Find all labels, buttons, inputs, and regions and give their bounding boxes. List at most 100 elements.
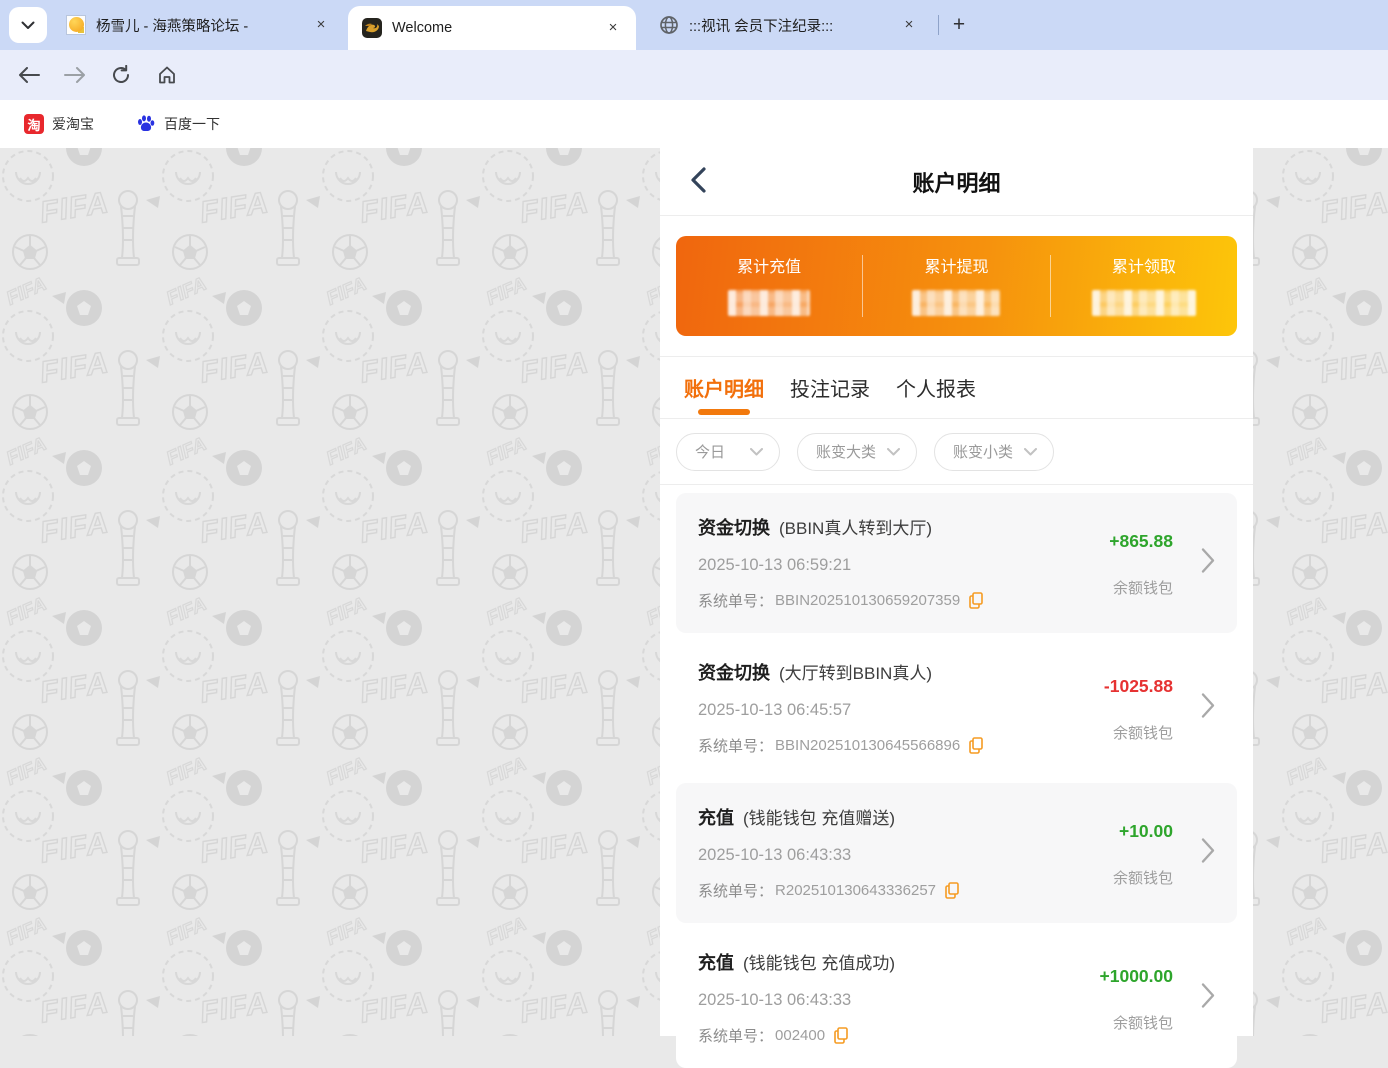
baidu-paw-icon [136, 114, 156, 134]
wallet-type: 余额钱包 [1033, 722, 1173, 743]
wallet-type: 余额钱包 [1033, 1012, 1173, 1033]
tab-label: 投注记录 [790, 373, 870, 402]
filter-date-dropdown[interactable]: 今日 [676, 433, 780, 471]
transaction-amount: +865.88 [1033, 531, 1173, 552]
transaction-type: 充值 [698, 804, 734, 830]
reload-icon [111, 65, 131, 85]
order-label: 系统单号： [698, 880, 773, 901]
home-button[interactable] [150, 58, 184, 92]
summary-label: 累计提现 [924, 253, 988, 277]
transaction-time: 2025-10-13 06:43:33 [698, 846, 1215, 865]
close-icon[interactable]: × [602, 17, 624, 39]
bookmark-label: 爱淘宝 [52, 114, 94, 134]
chevron-right-icon[interactable] [1201, 548, 1215, 579]
order-label: 系统单号： [698, 590, 773, 611]
wallet-type: 余额钱包 [1033, 577, 1173, 598]
summary-label: 累计领取 [1112, 253, 1176, 277]
chevron-down-icon [750, 448, 763, 456]
tab-personal-report[interactable]: 个人报表 [896, 357, 976, 418]
summary-card: 累计充值 累计提现 累计领取 [676, 236, 1237, 336]
tab-welcome[interactable]: Welcome × [348, 6, 636, 50]
transaction-row[interactable]: 充值 (钱能钱包 充值赠送) 2025-10-13 06:43:33 系统单号：… [676, 783, 1237, 923]
tab-betting-records[interactable]: :::视讯 会员下注纪录::: × [645, 0, 932, 50]
summary-total-withdraw: 累计提现 [863, 236, 1049, 336]
transaction-row[interactable]: 资金切换 (BBIN真人转到大厅) 2025-10-13 06:59:21 系统… [676, 493, 1237, 633]
tab-title: :::视讯 会员下注纪录::: [689, 15, 888, 36]
chevron-right-icon[interactable] [1201, 693, 1215, 724]
transaction-row[interactable]: 充值 (钱能钱包 充值成功) 2025-10-13 06:43:33 系统单号：… [676, 928, 1237, 1068]
filter-label: 账变小类 [953, 441, 1013, 462]
tab-title: Welcome [392, 20, 592, 36]
copy-icon[interactable] [945, 882, 959, 899]
transaction-row[interactable]: 资金切换 (大厅转到BBIN真人) 2025-10-13 06:45:57 系统… [676, 638, 1237, 778]
chevron-left-icon [690, 167, 706, 193]
summary-section: 累计充值 累计提现 累计领取 [660, 216, 1253, 357]
forum-favicon-icon [66, 15, 86, 35]
back-chevron-button[interactable] [690, 167, 706, 198]
forward-arrow-icon [64, 67, 86, 83]
account-detail-panel: 账户明细 累计充值 累计提现 累计领取 [660, 148, 1253, 1036]
globe-icon [659, 15, 679, 35]
tab-bet-records[interactable]: 投注记录 [790, 357, 870, 418]
summary-total-claimed: 累计领取 [1051, 236, 1237, 336]
filter-row: 今日 账变大类 账变小类 [660, 419, 1253, 485]
transaction-type: 资金切换 [698, 659, 770, 685]
transaction-list: 资金切换 (BBIN真人转到大厅) 2025-10-13 06:59:21 系统… [660, 485, 1253, 1068]
redacted-value [728, 290, 810, 316]
transaction-note: (钱能钱包 充值成功) [743, 949, 895, 974]
chevron-right-icon[interactable] [1201, 983, 1215, 1014]
taobao-icon: 淘 [24, 114, 44, 134]
summary-total-deposit: 累计充值 [676, 236, 862, 336]
back-arrow-icon [18, 67, 40, 83]
bookmark-taobao[interactable]: 淘 爱淘宝 [16, 110, 102, 138]
copy-icon[interactable] [969, 592, 983, 609]
transaction-time: 2025-10-13 06:59:21 [698, 556, 1215, 575]
transaction-type: 资金切换 [698, 514, 770, 540]
tab-forum[interactable]: 杨雪儿 - 海燕策略论坛 - × [52, 0, 344, 50]
transaction-time: 2025-10-13 06:43:33 [698, 991, 1215, 1010]
order-label: 系统单号： [698, 735, 773, 756]
tab-search-button[interactable] [9, 7, 47, 43]
transaction-amount: +10.00 [1033, 821, 1173, 842]
bookmarks-bar: 淘 爱淘宝 百度一下 [0, 100, 1388, 148]
report-tabs: 账户明细 投注记录 个人报表 [660, 357, 1253, 419]
filter-minor-category-dropdown[interactable]: 账变小类 [934, 433, 1054, 471]
back-button[interactable] [12, 58, 46, 92]
summary-label: 累计充值 [737, 253, 801, 277]
tab-account-detail[interactable]: 账户明细 [684, 357, 764, 418]
forward-button[interactable] [58, 58, 92, 92]
transaction-amount: +1000.00 [1033, 966, 1173, 987]
home-icon [157, 65, 177, 85]
transaction-note: (钱能钱包 充值赠送) [743, 804, 895, 829]
chevron-right-icon[interactable] [1201, 838, 1215, 869]
transaction-type: 充值 [698, 949, 734, 975]
filter-major-category-dropdown[interactable]: 账变大类 [797, 433, 917, 471]
close-icon[interactable]: × [310, 14, 332, 36]
dragon-favicon-icon [362, 18, 382, 38]
chevron-down-icon [21, 21, 35, 30]
chevron-down-icon [887, 448, 900, 456]
chevron-down-icon [1024, 448, 1037, 456]
transaction-amount: -1025.88 [1033, 676, 1173, 697]
redacted-value [912, 290, 1000, 316]
transaction-note: (BBIN真人转到大厅) [779, 514, 932, 539]
new-tab-button[interactable]: + [945, 11, 973, 39]
transaction-time: 2025-10-13 06:45:57 [698, 701, 1215, 720]
page-title: 账户明细 [912, 166, 1000, 198]
wallet-type: 余额钱包 [1033, 867, 1173, 888]
tab-label: 账户明细 [684, 373, 764, 402]
page-viewport: FIFA FIFA [0, 148, 1388, 1036]
bookmark-label: 百度一下 [164, 114, 220, 134]
close-icon[interactable]: × [898, 14, 920, 36]
filter-label: 账变大类 [816, 441, 876, 462]
browser-toolbar: 175616.cc/reports/index [0, 50, 1388, 100]
redacted-value [1092, 290, 1196, 316]
filter-label: 今日 [695, 441, 725, 462]
order-number: BBIN202510130645566896 [775, 737, 960, 754]
order-number: R202510130643336257 [775, 882, 936, 899]
reload-button[interactable] [104, 58, 138, 92]
copy-icon[interactable] [969, 737, 983, 754]
tab-label: 个人报表 [896, 373, 976, 402]
transaction-note: (大厅转到BBIN真人) [779, 659, 932, 684]
bookmark-baidu[interactable]: 百度一下 [128, 110, 228, 138]
